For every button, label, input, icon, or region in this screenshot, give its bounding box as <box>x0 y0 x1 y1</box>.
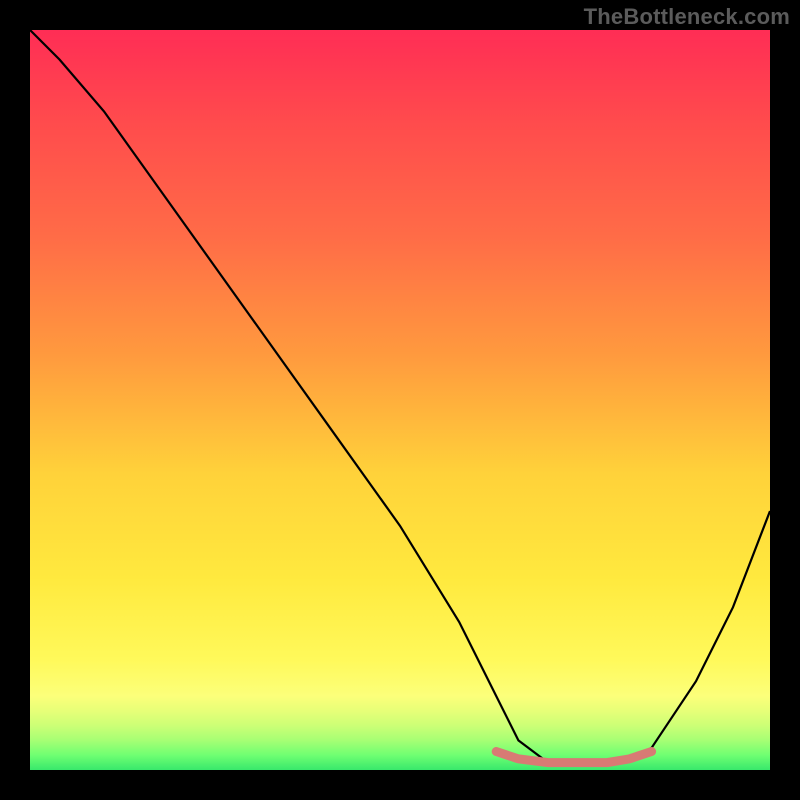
chart-frame: TheBottleneck.com <box>0 0 800 800</box>
plot-area <box>30 30 770 770</box>
highlight-segment <box>496 752 651 763</box>
bottleneck-curve <box>30 30 770 763</box>
watermark-text: TheBottleneck.com <box>584 4 790 30</box>
curve-layer <box>30 30 770 770</box>
